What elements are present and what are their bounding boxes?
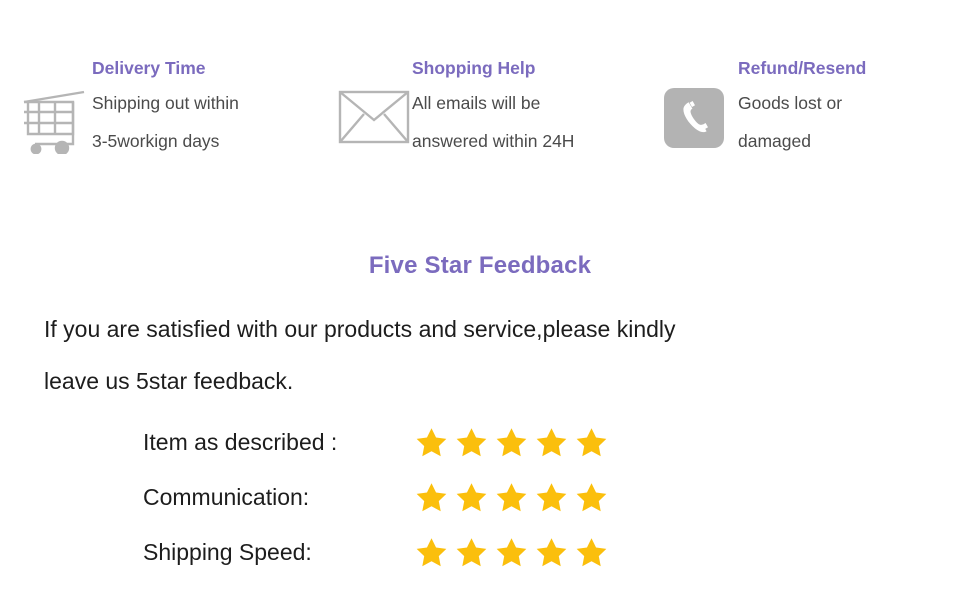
service-line-1: All emails will be bbox=[412, 93, 541, 113]
star-icon bbox=[536, 428, 567, 457]
service-block-delivery-time: Delivery Time Shipping out within 3-5wor… bbox=[18, 58, 239, 160]
rating-row-shipping-speed: Shipping Speed: bbox=[143, 525, 608, 580]
service-block-refund-resend: Refund/Resend Goods lost or damaged bbox=[664, 58, 866, 160]
service-highlights: Delivery Time Shipping out within 3-5wor… bbox=[0, 58, 960, 183]
star-icon bbox=[496, 428, 527, 457]
shopping-cart-icon bbox=[18, 88, 90, 159]
service-line-2: 3-5workign days bbox=[92, 131, 220, 151]
feedback-paragraph-line-2: leave us 5star feedback. bbox=[44, 368, 294, 394]
envelope-icon bbox=[338, 88, 410, 151]
rating-row-item-as-described: Item as described : bbox=[143, 415, 608, 470]
feedback-paragraph: If you are satisfied with our products a… bbox=[44, 303, 924, 407]
rating-label: Communication: bbox=[143, 484, 310, 510]
service-text-delivery-time: Delivery Time Shipping out within 3-5wor… bbox=[92, 58, 239, 160]
rating-row-communication: Communication: bbox=[143, 470, 608, 525]
rating-label: Item as described : bbox=[143, 429, 338, 455]
phone-icon-tile bbox=[664, 88, 724, 148]
star-icon bbox=[576, 483, 607, 512]
feedback-paragraph-line-1: If you are satisfied with our products a… bbox=[44, 316, 676, 342]
star-rating-communication bbox=[415, 481, 608, 514]
star-icon bbox=[496, 483, 527, 512]
service-line-1: Goods lost or bbox=[738, 93, 843, 113]
star-icon bbox=[576, 538, 607, 567]
service-block-shopping-help: Shopping Help All emails will be answere… bbox=[338, 58, 574, 160]
star-icon bbox=[416, 483, 447, 512]
feedback-heading: Five Star Feedback bbox=[368, 252, 592, 279]
star-rating-shipping-speed bbox=[415, 536, 608, 569]
star-icon bbox=[456, 483, 487, 512]
star-icon bbox=[576, 428, 607, 457]
rating-list: Item as described : Communication: Shipp… bbox=[143, 415, 608, 580]
service-text-shopping-help: Shopping Help All emails will be answere… bbox=[412, 58, 574, 160]
service-text-refund-resend: Refund/Resend Goods lost or damaged bbox=[738, 58, 866, 160]
service-title: Shopping Help bbox=[412, 58, 536, 78]
star-icon bbox=[456, 428, 487, 457]
star-icon bbox=[536, 538, 567, 567]
service-title: Refund/Resend bbox=[738, 58, 867, 78]
phone-icon bbox=[664, 88, 724, 148]
service-line-1: Shipping out within bbox=[92, 93, 239, 113]
star-rating-item-as-described bbox=[415, 426, 608, 459]
rating-label: Shipping Speed: bbox=[143, 539, 312, 565]
star-icon bbox=[416, 538, 447, 567]
service-title: Delivery Time bbox=[92, 58, 206, 78]
service-line-2: damaged bbox=[738, 131, 811, 151]
star-icon bbox=[536, 483, 567, 512]
star-icon bbox=[456, 538, 487, 567]
star-icon bbox=[496, 538, 527, 567]
promo-banner: Delivery Time Shipping out within 3-5wor… bbox=[0, 0, 960, 616]
service-line-2: answered within 24H bbox=[412, 131, 575, 151]
star-icon bbox=[416, 428, 447, 457]
